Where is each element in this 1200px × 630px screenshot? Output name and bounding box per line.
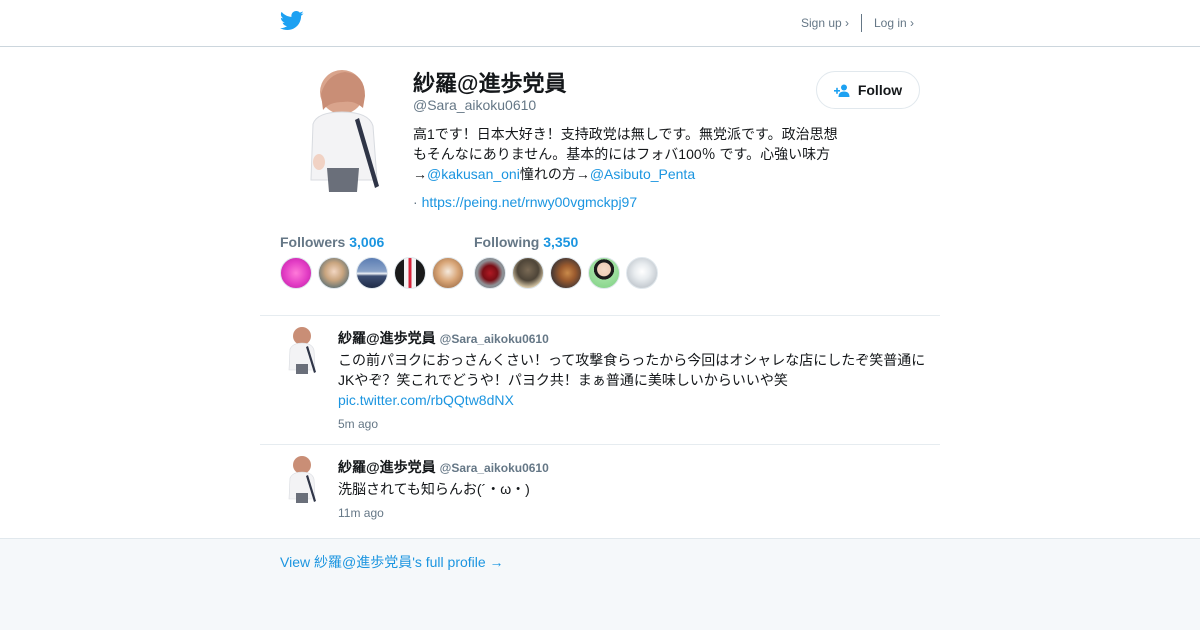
- add-person-icon: [833, 84, 850, 97]
- bio-mid-text: 憧れの方→: [519, 166, 590, 182]
- tweet-timestamp[interactable]: 5m ago: [338, 417, 378, 431]
- follower-avatar[interactable]: [318, 257, 350, 289]
- twitter-bird-icon[interactable]: [280, 11, 304, 31]
- tweet-timestamp[interactable]: 11m ago: [338, 506, 384, 520]
- tweet-author-name[interactable]: 紗羅@進歩党員: [338, 459, 436, 475]
- profile-bio: 高1です！日本大好き！支持政党は無しです。無党派です。政治思想もそんなにありませ…: [413, 124, 838, 184]
- followers-stat[interactable]: Followers 3,006: [280, 234, 384, 250]
- tweet-text: この前パヨクにおっさんくさい！って攻撃食らったから今回はオシャレな店にしたぞ笑普…: [338, 350, 930, 410]
- profile-url-link[interactable]: https://peing.net/rnwy00vgmckpj97: [422, 194, 638, 210]
- tweet-text: 洗脳されても知らんお(´・ω・): [338, 479, 930, 499]
- tweet-header: 紗羅@進歩党員 @Sara_aikoku0610: [338, 457, 549, 477]
- following-avatar[interactable]: [588, 257, 620, 289]
- following-stat[interactable]: Following 3,350: [474, 234, 578, 250]
- follower-avatar[interactable]: [394, 257, 426, 289]
- followers-label: Followers: [280, 234, 346, 250]
- following-avatar[interactable]: [626, 257, 658, 289]
- followers-avatars: [280, 257, 464, 289]
- tweet-header: 紗羅@進歩党員 @Sara_aikoku0610: [338, 328, 549, 348]
- tweet-author-handle[interactable]: @Sara_aikoku0610: [440, 461, 549, 475]
- profile-url-row: · https://peing.net/rnwy00vgmckpj97: [413, 194, 637, 210]
- tweet-author-name[interactable]: 紗羅@進歩党員: [338, 330, 436, 346]
- follower-avatar[interactable]: [356, 257, 388, 289]
- tweet[interactable]: 紗羅@進歩党員 @Sara_aikoku0610 この前パヨクにおっさんくさい！っ…: [260, 316, 940, 444]
- following-avatar[interactable]: [512, 257, 544, 289]
- follower-avatar[interactable]: [432, 257, 464, 289]
- following-label: Following: [474, 234, 540, 250]
- following-avatars: [474, 257, 658, 289]
- tweet[interactable]: 紗羅@進歩党員 @Sara_aikoku0610 洗脳されても知らんお(´・ω・)…: [260, 445, 940, 537]
- following-avatar[interactable]: [550, 257, 582, 289]
- tweet-avatar[interactable]: [285, 326, 321, 374]
- tweet-author-handle[interactable]: @Sara_aikoku0610: [440, 332, 549, 346]
- bio-mention-asibuto-penta[interactable]: @Asibuto_Penta: [590, 166, 695, 182]
- followers-count: 3,006: [349, 234, 385, 250]
- following-count: 3,350: [543, 234, 579, 250]
- bio-mention-kakusan-oni[interactable]: @kakusan_oni: [427, 166, 520, 182]
- top-bar: Sign up › Log in ›: [0, 0, 1200, 47]
- url-bullet: ·: [413, 194, 418, 210]
- tweet-body: この前パヨクにおっさんくさい！って攻撃食らったから今回はオシャレな店にしたぞ笑普…: [338, 352, 926, 388]
- profile-name: 紗羅@進歩党員: [413, 71, 567, 96]
- following-avatar[interactable]: [474, 257, 506, 289]
- profile-avatar[interactable]: [297, 68, 397, 192]
- sign-up-link[interactable]: Sign up ›: [801, 16, 849, 30]
- log-in-link[interactable]: Log in ›: [874, 16, 914, 30]
- tweet-media-link[interactable]: pic.twitter.com/rbQQtw8dNX: [338, 392, 514, 408]
- follow-button[interactable]: Follow: [816, 71, 920, 109]
- profile-handle: @Sara_aikoku0610: [413, 97, 537, 113]
- tweet-avatar[interactable]: [285, 455, 321, 503]
- footer: View 紗羅@進歩党員's full profile →: [0, 538, 1200, 630]
- nav-divider: [861, 14, 862, 32]
- follower-avatar[interactable]: [280, 257, 312, 289]
- follow-label: Follow: [857, 82, 903, 98]
- view-full-profile-link[interactable]: View 紗羅@進歩党員's full profile →: [280, 552, 504, 572]
- tweet-body: 洗脳されても知らんお(´・ω・): [338, 481, 530, 497]
